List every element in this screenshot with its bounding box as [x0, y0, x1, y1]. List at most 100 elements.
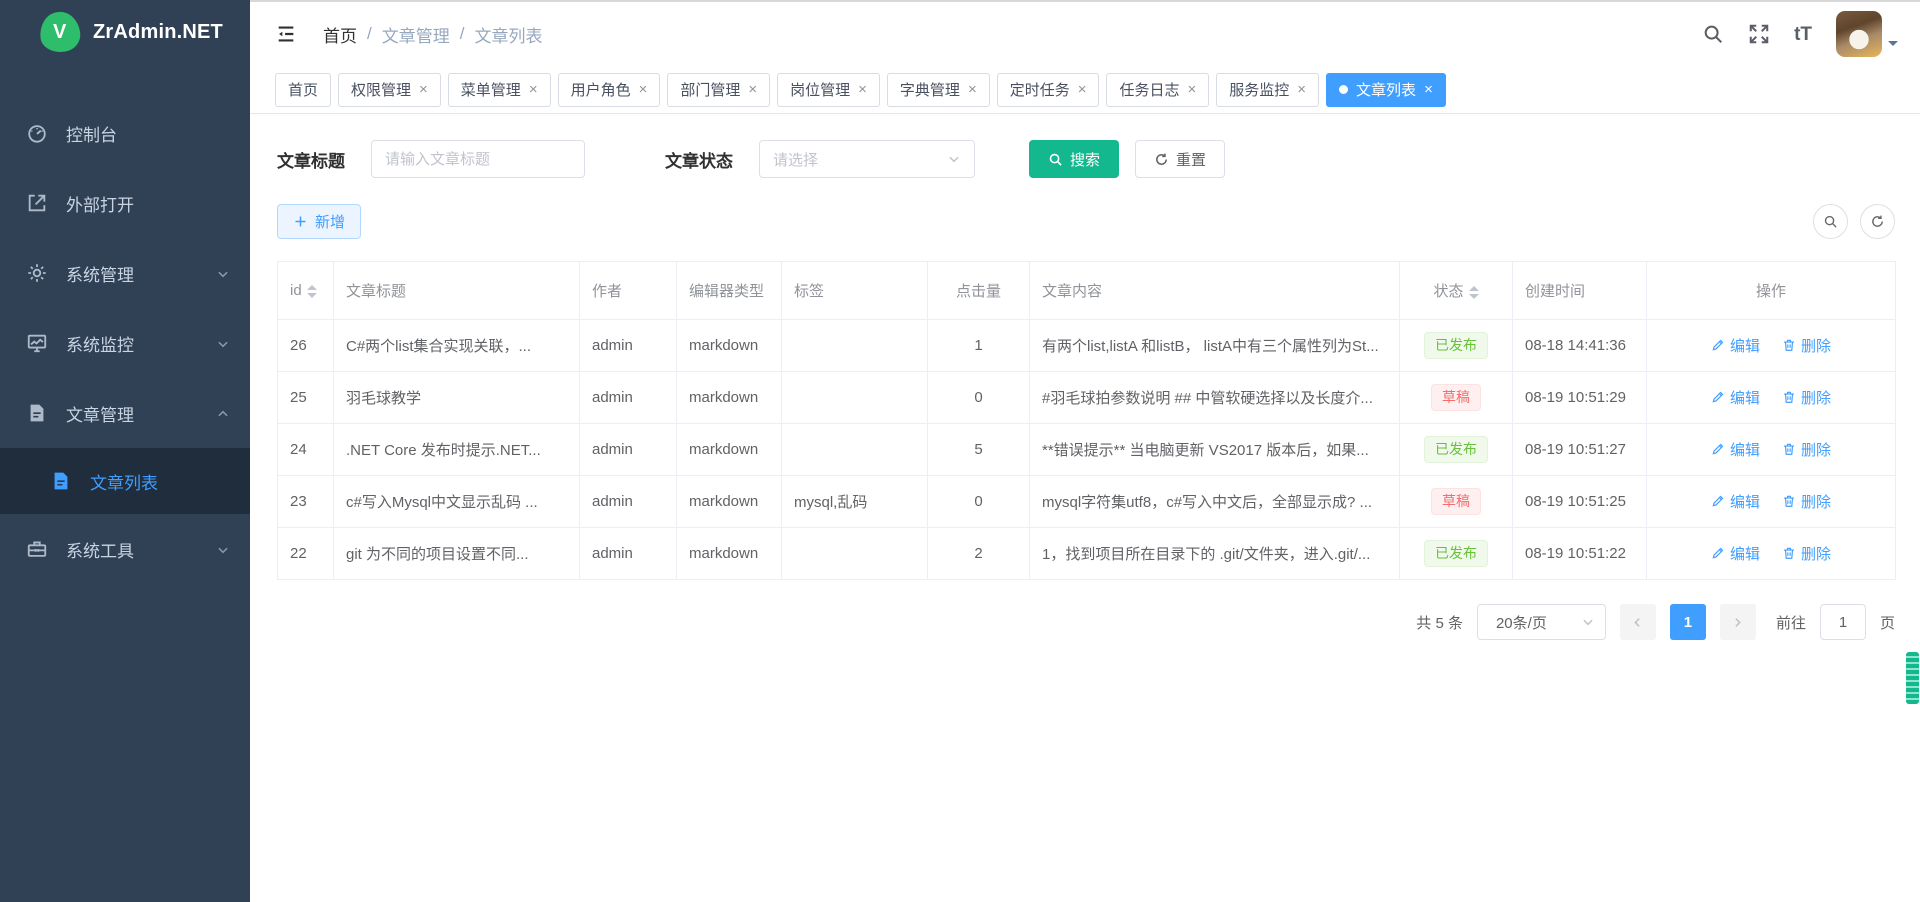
prev-page-button[interactable]: [1620, 604, 1656, 640]
app-logo[interactable]: V ZrAdmin.NET: [0, 0, 250, 64]
sidebar-item-label: 外部打开: [66, 191, 230, 216]
delete-article-button[interactable]: 删除: [1782, 439, 1831, 460]
breadcrumb-home[interactable]: 首页: [323, 22, 357, 47]
font-size-icon[interactable]: tT: [1794, 25, 1812, 44]
sidebar-item-system-manage[interactable]: 系统管理: [0, 238, 250, 308]
toolbox-icon: [26, 538, 48, 560]
close-icon[interactable]: ×: [748, 82, 757, 97]
column-header-actions: 操作: [1647, 262, 1896, 320]
close-icon[interactable]: ×: [858, 82, 867, 97]
tab-定时任务[interactable]: 定时任务 ×: [997, 73, 1100, 107]
show-search-icon[interactable]: [1813, 204, 1848, 239]
edit-article-button[interactable]: 编辑: [1711, 335, 1760, 356]
cell-id: 22: [278, 528, 334, 580]
chevron-down-icon: [216, 266, 230, 280]
cell-author: admin: [580, 372, 677, 424]
close-icon[interactable]: ×: [1297, 82, 1306, 97]
fullscreen-icon[interactable]: [1748, 23, 1770, 45]
close-icon[interactable]: ×: [529, 82, 538, 97]
tab-权限管理[interactable]: 权限管理×: [338, 73, 441, 107]
breadcrumb-separator: /: [460, 24, 465, 44]
cell-status: 已发布: [1400, 320, 1513, 372]
breadcrumb: 首页 / 文章管理 / 文章列表: [323, 22, 542, 47]
close-icon[interactable]: ×: [1188, 82, 1197, 97]
sidebar-item-system-monitor[interactable]: 系统监控: [0, 308, 250, 378]
tab-首页[interactable]: 首页: [275, 73, 331, 107]
cell-id: 25: [278, 372, 334, 424]
sort-icon[interactable]: [1469, 286, 1479, 299]
chevron-up-icon: [216, 406, 230, 420]
close-icon[interactable]: ×: [419, 82, 428, 97]
tab-菜单管理[interactable]: 菜单管理×: [448, 73, 551, 107]
tab-label: 任务日志: [1119, 79, 1179, 100]
sidebar-item-article-list[interactable]: 文章列表: [0, 448, 250, 514]
close-icon[interactable]: ×: [639, 82, 648, 97]
tab-label: 部门管理: [680, 79, 740, 100]
sidebar-item-system-tools[interactable]: 系统工具: [0, 514, 250, 584]
close-icon[interactable]: ×: [968, 82, 977, 97]
cell-content: mysql字符集utf8，c#写入中文后，全部显示成? ...: [1030, 476, 1400, 528]
table-row: 24.NET Core 发布时提示.NET...adminmarkdown5**…: [278, 424, 1896, 476]
tab-服务监控[interactable]: 服务监控×: [1216, 73, 1319, 107]
edit-article-button[interactable]: 编辑: [1711, 439, 1760, 460]
add-article-button[interactable]: 新增: [277, 204, 361, 239]
search-icon[interactable]: [1702, 23, 1724, 45]
delete-article-button[interactable]: 删除: [1782, 335, 1831, 356]
cell-author: admin: [580, 424, 677, 476]
tab-岗位管理[interactable]: 岗位管理×: [777, 73, 880, 107]
tab-label: 首页: [288, 79, 318, 100]
edit-article-button[interactable]: 编辑: [1711, 387, 1760, 408]
article-title-input[interactable]: [371, 140, 585, 178]
search-icon: [1048, 152, 1063, 167]
page-size-select[interactable]: 20条/页: [1477, 604, 1606, 640]
cell-content: 1，找到项目所在目录下的 .git/文件夹，进入.git/...: [1030, 528, 1400, 580]
delete-article-button[interactable]: 删除: [1782, 491, 1831, 512]
logo-icon: V: [38, 10, 82, 54]
page-number-button[interactable]: 1: [1670, 604, 1706, 640]
delete-article-button[interactable]: 删除: [1782, 387, 1831, 408]
cell-editor: markdown: [677, 372, 782, 424]
article-status-select[interactable]: 请选择: [759, 140, 975, 178]
close-icon[interactable]: ×: [1078, 82, 1087, 97]
close-icon[interactable]: ×: [1424, 82, 1433, 97]
delete-article-button[interactable]: 删除: [1782, 543, 1831, 564]
search-button[interactable]: 搜索: [1029, 140, 1119, 178]
tab-任务日志[interactable]: 任务日志 ×: [1106, 73, 1209, 107]
column-header-status[interactable]: 状态: [1400, 262, 1513, 320]
sidebar-item-label: 文章列表: [90, 469, 230, 494]
sidebar-fold-icon[interactable]: [275, 23, 297, 45]
refresh-table-icon[interactable]: [1860, 204, 1895, 239]
next-page-button[interactable]: [1720, 604, 1756, 640]
sidebar-item-article-manage[interactable]: 文章管理: [0, 378, 250, 448]
theme-drawer-handle[interactable]: [1906, 652, 1919, 704]
edit-article-button[interactable]: 编辑: [1711, 491, 1760, 512]
column-header-editor: 编辑器类型: [677, 262, 782, 320]
cell-editor: markdown: [677, 424, 782, 476]
cell-created: 08-19 10:51:27: [1513, 424, 1647, 476]
table-header-row: id文章标题作者编辑器类型标签点击量文章内容状态创建时间操作: [278, 262, 1896, 320]
column-header-id[interactable]: id: [278, 262, 334, 320]
user-menu[interactable]: [1836, 11, 1898, 57]
dashboard-icon: [26, 122, 48, 144]
goto-page-input[interactable]: [1820, 604, 1866, 640]
cell-created: 08-19 10:51:25: [1513, 476, 1647, 528]
cell-author: admin: [580, 320, 677, 372]
sidebar-item-dashboard[interactable]: 控制台: [0, 98, 250, 168]
edit-article-button[interactable]: 编辑: [1711, 543, 1760, 564]
reset-button[interactable]: 重置: [1135, 140, 1225, 178]
tab-label: 定时任务: [1010, 79, 1070, 100]
table-toolbar: 新增: [277, 204, 1895, 239]
sidebar-item-label: 控制台: [66, 121, 230, 146]
status-badge: 已发布: [1424, 436, 1488, 462]
tab-部门管理[interactable]: 部门管理 ×: [667, 73, 770, 107]
chevron-down-icon: [216, 336, 230, 350]
topbar: 首页 / 文章管理 / 文章列表 tT: [250, 2, 1920, 66]
table-row: 26C#两个list集合实现关联，...adminmarkdown1有两个lis…: [278, 320, 1896, 372]
sort-icon[interactable]: [307, 285, 317, 298]
tab-用户角色[interactable]: 用户角色×: [558, 73, 661, 107]
avatar[interactable]: [1836, 11, 1882, 57]
tab-字典管理[interactable]: 字典管理×: [887, 73, 990, 107]
tab-文章列表[interactable]: 文章列表×: [1326, 73, 1446, 107]
external-link-icon: [26, 192, 48, 214]
sidebar-item-external[interactable]: 外部打开: [0, 168, 250, 238]
